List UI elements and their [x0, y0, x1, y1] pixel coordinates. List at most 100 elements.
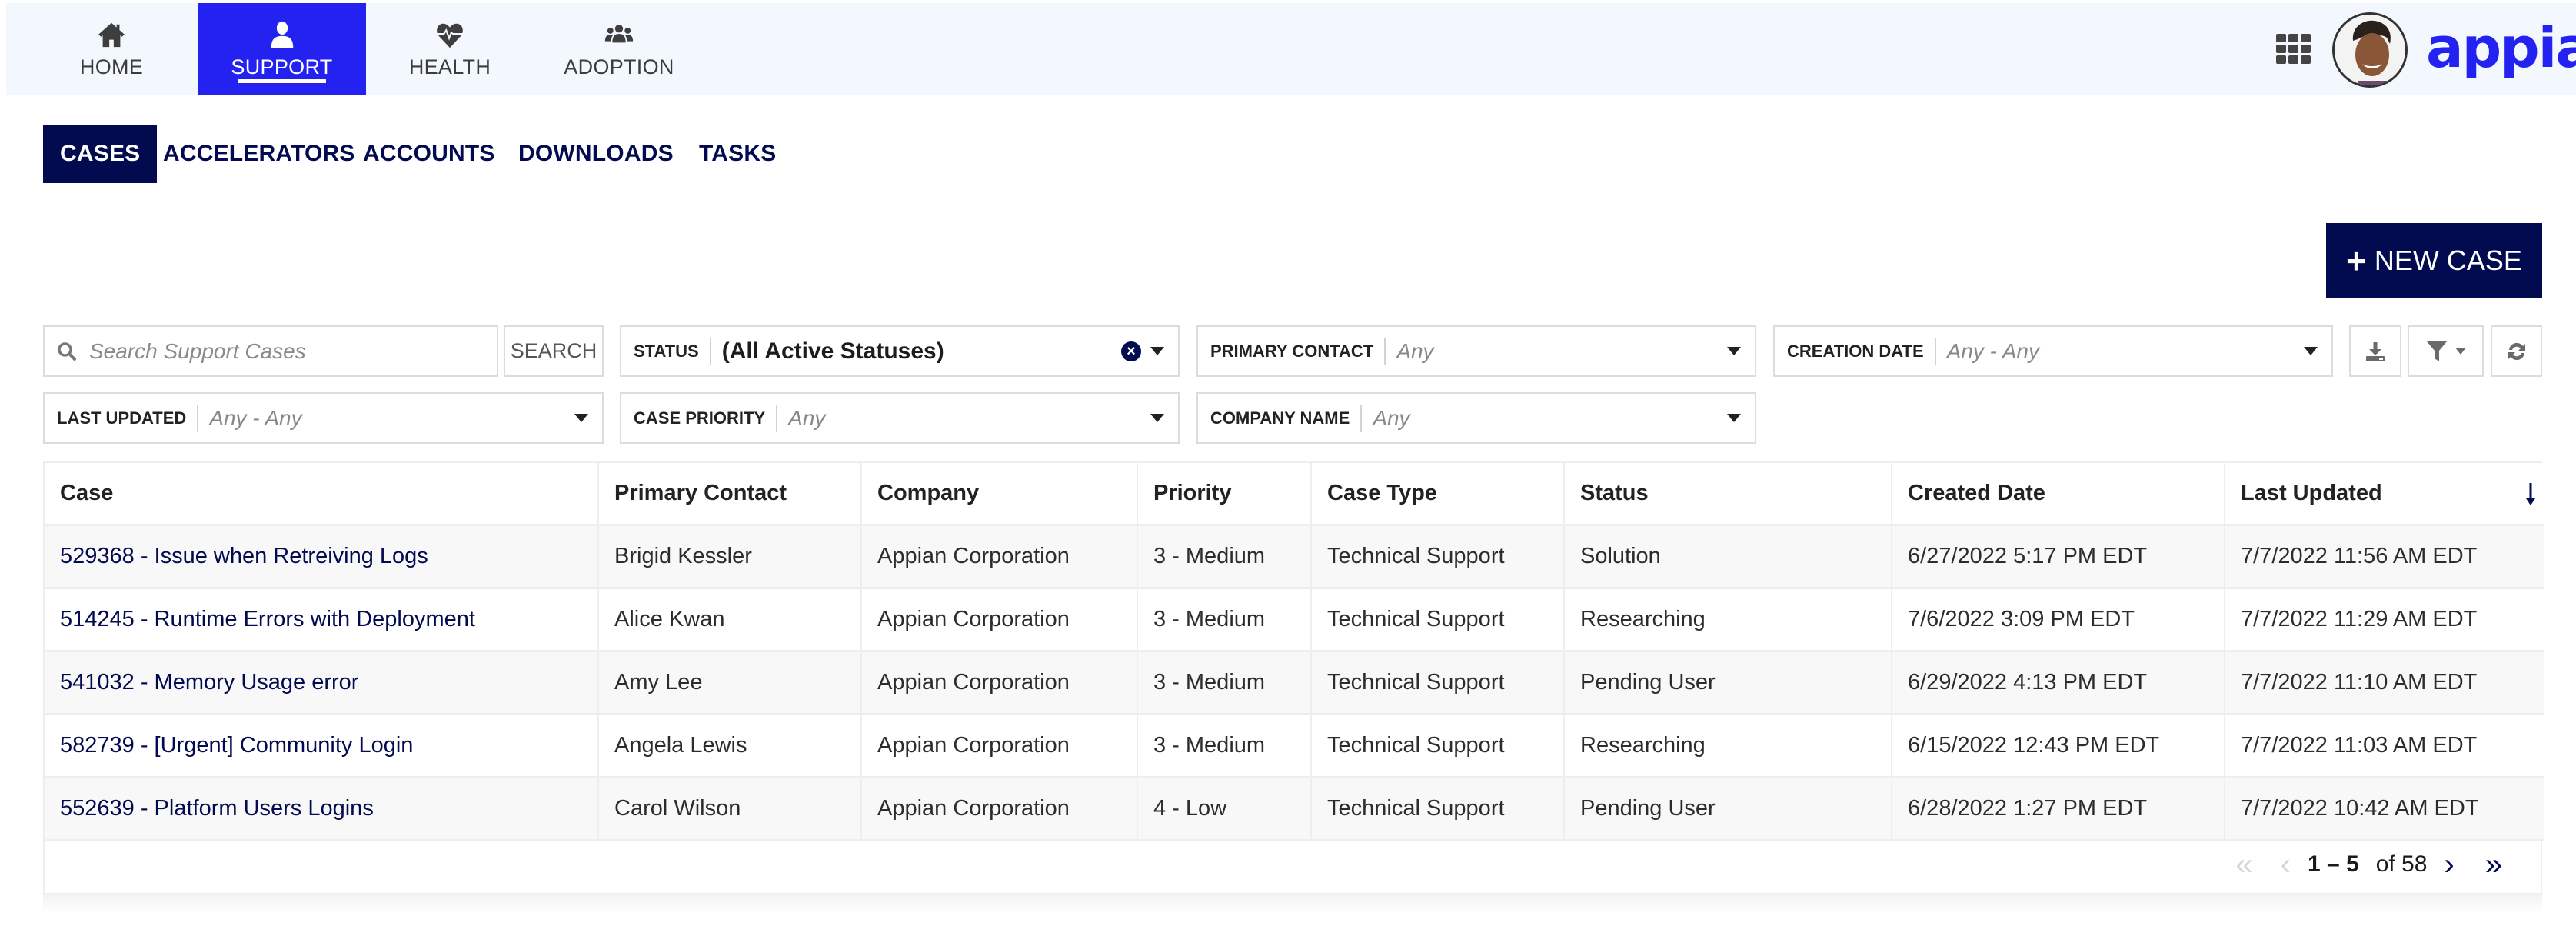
pagination: « ‹ 1 – 5 of 58 › »: [43, 836, 2542, 894]
cell-case-type: Technical Support: [1311, 525, 1565, 589]
cell-priority: 3 - Medium: [1137, 714, 1312, 778]
user-icon: [271, 21, 293, 48]
tab-accelerators[interactable]: ACCELERATORS: [163, 125, 355, 183]
table-row: 514245 - Runtime Errors with Deployment A…: [45, 588, 2544, 652]
tab-accounts[interactable]: ACCOUNTS: [363, 125, 495, 183]
column-header-case[interactable]: Case: [45, 463, 599, 526]
refresh-button[interactable]: [2491, 325, 2542, 377]
filter-value: Any: [1373, 405, 1410, 430]
filter-label: COMPANY NAME: [1210, 404, 1363, 432]
nav-label: SUPPORT: [231, 55, 333, 78]
search-field[interactable]: [43, 325, 498, 377]
case-link[interactable]: 529368 - Issue when Retreiving Logs: [60, 544, 428, 568]
table-row: 541032 - Memory Usage error Amy Lee Appian…: [45, 651, 2544, 715]
filter-value: Any - Any: [1946, 338, 2039, 363]
table-row: 582739 - [Urgent] Community Login Angela …: [45, 714, 2544, 778]
search-input[interactable]: [88, 338, 475, 365]
search-button[interactable]: SEARCH: [504, 325, 604, 377]
column-header-last-updated[interactable]: Last Updated: [2225, 463, 2544, 526]
tab-downloads[interactable]: DOWNLOADS: [518, 125, 674, 183]
cell-company: Appian Corporation: [861, 525, 1138, 589]
column-header-status[interactable]: Status: [1564, 463, 1892, 526]
filter-options-button[interactable]: [2408, 325, 2484, 377]
filter-value: Any: [788, 405, 826, 430]
cell-case: 582739 - [Urgent] Community Login: [45, 714, 599, 778]
table-body: 529368 - Issue when Retreiving Logs Brigi…: [45, 525, 2544, 841]
nav-item-adoption[interactable]: ADOPTION: [554, 3, 684, 95]
cell-created-date: 6/27/2022 5:17 PM EDT: [1892, 525, 2225, 589]
new-case-label: NEW CASE: [2374, 245, 2522, 276]
cell-status: Solution: [1564, 525, 1892, 589]
cell-case: 541032 - Memory Usage error: [45, 651, 599, 715]
nav-item-support[interactable]: SUPPORT: [198, 3, 366, 95]
chevron-down-icon: [1727, 347, 1741, 355]
appian-logo[interactable]: appian: [2426, 17, 2576, 78]
filter-label: PRIMARY CONTACT: [1210, 337, 1386, 365]
column-header-priority[interactable]: Priority: [1137, 463, 1312, 526]
cases-table: Case Primary Contact Company Priority Ca…: [45, 463, 2544, 841]
tab-cases[interactable]: CASES: [43, 125, 158, 183]
column-header-company[interactable]: Company: [861, 463, 1138, 526]
cell-priority: 3 - Medium: [1137, 525, 1312, 589]
case-priority-filter[interactable]: CASE PRIORITY Any: [620, 392, 1180, 444]
cell-case-type: Technical Support: [1311, 714, 1565, 778]
table-row: 552639 - Platform Users Logins Carol Wils…: [45, 777, 2544, 841]
cell-status: Pending User: [1564, 777, 1892, 841]
user-avatar[interactable]: [2332, 12, 2408, 88]
grid-shadow: [43, 894, 2542, 913]
cell-case-type: Technical Support: [1311, 777, 1565, 841]
creation-date-filter[interactable]: CREATION DATE Any - Any: [1773, 325, 2333, 377]
filter-value: Any: [1396, 338, 1434, 363]
column-header-created-date[interactable]: Created Date: [1892, 463, 2225, 526]
app-launcher-button[interactable]: [2276, 34, 2311, 65]
export-button[interactable]: [2349, 325, 2401, 377]
cell-priority: 4 - Low: [1137, 777, 1312, 841]
case-link[interactable]: 541032 - Memory Usage error: [60, 670, 358, 694]
table-header-row: Case Primary Contact Company Priority Ca…: [45, 463, 2544, 526]
filter-label: STATUS: [634, 337, 711, 365]
cell-primary-contact: Carol Wilson: [598, 777, 862, 841]
previous-page-icon: ‹: [2280, 848, 2291, 881]
last-page-icon[interactable]: »: [2485, 849, 2502, 880]
cell-last-updated: 7/7/2022 11:56 AM EDT: [2225, 525, 2544, 589]
cell-created-date: 7/6/2022 3:09 PM EDT: [1892, 588, 2225, 652]
cell-priority: 3 - Medium: [1137, 588, 1312, 652]
cell-primary-contact: Angela Lewis: [598, 714, 862, 778]
case-link[interactable]: 552639 - Platform Users Logins: [60, 796, 374, 821]
nav-item-health[interactable]: HEALTH: [388, 3, 511, 95]
column-header-label: Last Updated: [2241, 481, 2382, 505]
chevron-down-icon: [574, 414, 588, 422]
nav-item-home[interactable]: HOME: [54, 3, 169, 95]
case-link[interactable]: 514245 - Runtime Errors with Deployment: [60, 607, 475, 631]
case-link[interactable]: 582739 - [Urgent] Community Login: [60, 733, 413, 758]
cell-created-date: 6/29/2022 4:13 PM EDT: [1892, 651, 2225, 715]
next-page-icon[interactable]: ›: [2444, 849, 2454, 880]
search-icon: [58, 341, 76, 361]
cell-last-updated: 7/7/2022 11:10 AM EDT: [2225, 651, 2544, 715]
sort-descending-icon[interactable]: [2525, 483, 2536, 506]
plus-icon: +: [2346, 241, 2367, 281]
tab-tasks[interactable]: TASKS: [699, 125, 776, 183]
status-filter[interactable]: STATUS (All Active Statuses) ×: [620, 325, 1180, 377]
new-case-button[interactable]: + NEW CASE: [2326, 223, 2542, 298]
cell-primary-contact: Brigid Kessler: [598, 525, 862, 589]
last-updated-filter[interactable]: LAST UPDATED Any - Any: [43, 392, 604, 444]
table-row: 529368 - Issue when Retreiving Logs Brigi…: [45, 525, 2544, 589]
cell-created-date: 6/28/2022 1:27 PM EDT: [1892, 777, 2225, 841]
company-name-filter[interactable]: COMPANY NAME Any: [1196, 392, 1756, 444]
cell-status: Researching: [1564, 714, 1892, 778]
filter-label: LAST UPDATED: [57, 404, 199, 432]
primary-contact-filter[interactable]: PRIMARY CONTACT Any: [1196, 325, 1756, 377]
cell-status: Researching: [1564, 588, 1892, 652]
first-page-icon: «: [2235, 848, 2253, 881]
filter-value: Any - Any: [209, 405, 302, 430]
active-underline: [238, 79, 326, 83]
cell-case: 529368 - Issue when Retreiving Logs: [45, 525, 599, 589]
column-header-primary-contact[interactable]: Primary Contact: [598, 463, 862, 526]
cell-company: Appian Corporation: [861, 588, 1138, 652]
filter-icon: [2426, 341, 2447, 361]
clear-filter-icon[interactable]: ×: [1121, 341, 1141, 361]
chevron-down-icon: [1150, 347, 1164, 355]
nav-label: HOME: [79, 55, 144, 78]
column-header-case-type[interactable]: Case Type: [1311, 463, 1565, 526]
